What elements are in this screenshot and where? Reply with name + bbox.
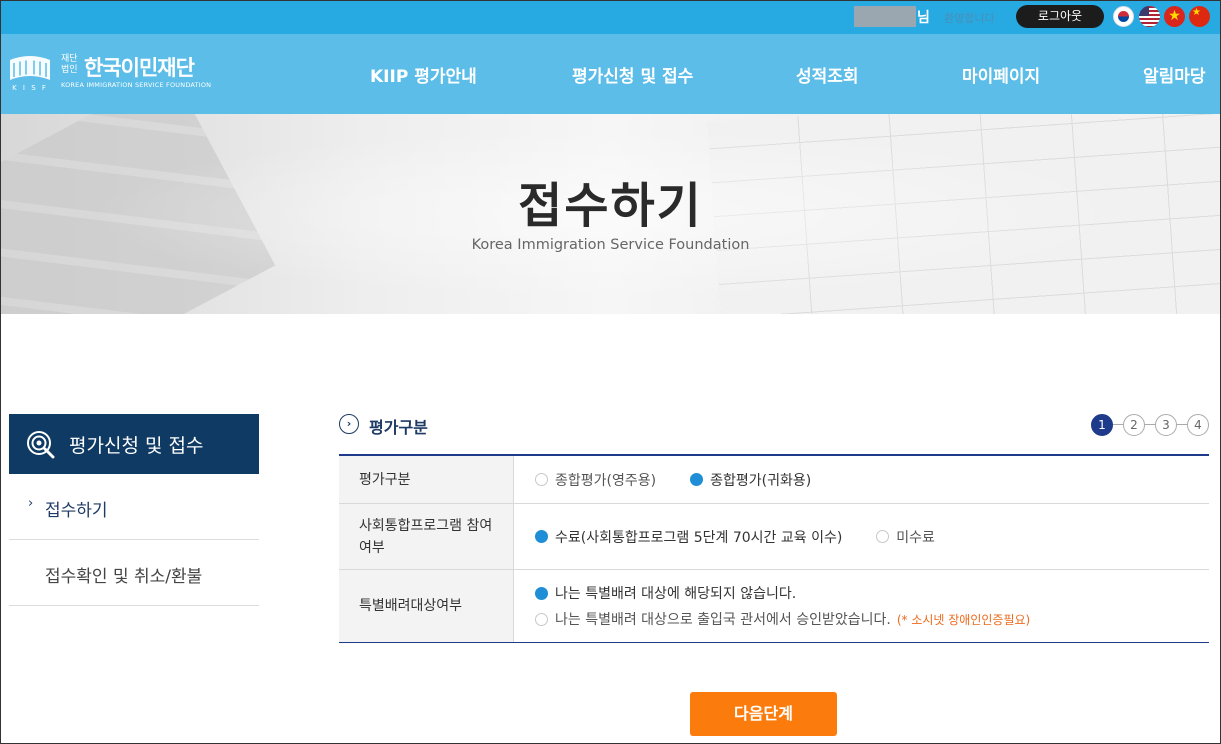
radio-option-naturalization[interactable]: 종합평가(귀화용) xyxy=(690,470,811,490)
radio-button[interactable] xyxy=(876,530,890,543)
sidebar-item-apply[interactable]: › 접수하기 xyxy=(9,474,259,540)
row-label: 사회통합프로그램 참여여부 xyxy=(339,504,514,569)
radio-option-approved[interactable]: 나는 특별배려 대상으로 출입국 관서에서 승인받았습니다. (* 소시넷 장애… xyxy=(535,609,1030,629)
circle-chevron-right-icon: › xyxy=(339,414,359,434)
welcome-text: 환영합니다 xyxy=(944,12,995,25)
logo-type-bottom: 법인 xyxy=(61,65,78,75)
radio-button[interactable] xyxy=(535,473,548,486)
nav-item-apply[interactable]: 평가신청 및 접수 xyxy=(572,62,693,87)
radio-option-not-completed[interactable]: 미수료 xyxy=(876,527,935,547)
radio-label: 미수료 xyxy=(896,529,935,546)
search-target-icon xyxy=(27,431,55,459)
radio-label: 수료(사회통합프로그램 5단계 70시간 교육 이수) xyxy=(555,529,843,546)
logo-english-name: KOREA IMMIGRATION SERVICE FOUNDATION xyxy=(61,81,212,89)
top-utility-bar: 님 환영합니다 로그아웃 ★ ★ xyxy=(0,0,1221,34)
radio-label: 종합평가(귀화용) xyxy=(710,472,812,489)
page-subtitle: Korea Immigration Service Foundation xyxy=(471,237,750,253)
logo-mark-text: K I S F xyxy=(12,84,48,92)
nav-item-notice[interactable]: 알림마당 xyxy=(1143,62,1206,87)
application-form-table: 평가구분 종합평가(영주용) 종합평가(귀화용) 사회통합프로그램 참여여부 수… xyxy=(339,454,1209,643)
user-honorific: 님 xyxy=(917,10,930,26)
radio-button[interactable] xyxy=(535,612,548,626)
row-label: 평가구분 xyxy=(339,456,514,503)
step-3: 3 xyxy=(1155,414,1177,436)
radio-option-not-eligible[interactable]: 나는 특별배려 대상에 해당되지 않습니다. xyxy=(535,583,796,603)
kisf-logo-icon: K I S F xyxy=(10,56,50,92)
hero-banner: 접수하기 Korea Immigration Service Foundatio… xyxy=(0,114,1221,314)
logout-button[interactable]: 로그아웃 xyxy=(1016,5,1104,28)
radio-button-selected[interactable] xyxy=(535,586,548,600)
row-label: 특별배려대상여부 xyxy=(339,570,514,642)
main-header: K I S F 재단 법인 한국이민재단 KOREA IMMIGRATION S… xyxy=(0,34,1221,114)
logo-foundation-type: 재단 법인 xyxy=(61,54,78,76)
vietnam-flag-icon[interactable]: ★ xyxy=(1164,6,1185,27)
radio-label: 나는 특별배려 대상으로 출입국 관서에서 승인받았습니다. xyxy=(555,612,891,628)
radio-button-selected[interactable] xyxy=(690,473,704,486)
nav-item-kiip-guide[interactable]: KIIP 평가안내 xyxy=(370,62,477,87)
chevron-right-icon: › xyxy=(28,496,34,511)
sidebar-item-label: 접수하기 xyxy=(45,501,108,521)
korean-flag-icon[interactable] xyxy=(1113,6,1134,27)
logo-name: 한국이민재단 xyxy=(84,56,195,80)
logo-type-top: 재단 xyxy=(61,54,78,64)
china-flag-icon[interactable]: ★ xyxy=(1189,6,1210,27)
radio-option-completed[interactable]: 수료(사회통합프로그램 5단계 70시간 교육 이수) xyxy=(535,527,842,547)
radio-label: 종합평가(영주용) xyxy=(555,472,657,489)
step-4: 4 xyxy=(1187,414,1209,436)
sidebar-item-label: 접수확인 및 취소/환불 xyxy=(45,567,203,587)
radio-label: 나는 특별배려 대상에 해당되지 않습니다. xyxy=(555,586,797,602)
step-1: 1 xyxy=(1091,414,1113,436)
sidebar-header: 평가신청 및 접수 xyxy=(9,414,259,474)
radio-button-selected[interactable] xyxy=(535,530,548,543)
sidebar-item-confirm-cancel[interactable]: 접수확인 및 취소/환불 xyxy=(9,540,259,606)
disability-cert-note: (* 소시넷 장애인인증필요) xyxy=(896,612,1031,627)
form-row-evaluation-type: 평가구분 종합평가(영주용) 종합평가(귀화용) xyxy=(339,456,1209,504)
form-row-kiip-participation: 사회통합프로그램 참여여부 수료(사회통합프로그램 5단계 70시간 교육 이수… xyxy=(339,504,1209,570)
nav-item-mypage[interactable]: 마이페이지 xyxy=(962,62,1040,87)
step-2: 2 xyxy=(1123,414,1145,436)
radio-option-permanent[interactable]: 종합평가(영주용) xyxy=(535,470,656,490)
user-name-redacted xyxy=(854,6,916,27)
form-row-special-consideration: 특별배려대상여부 나는 특별배려 대상에 해당되지 않습니다. 나는 특별배려 … xyxy=(339,570,1209,642)
page-title: 접수하기 xyxy=(518,178,703,234)
nav-item-scores[interactable]: 성적조회 xyxy=(796,62,859,87)
section-title: 평가구분 xyxy=(369,418,428,437)
sidebar-header-label: 평가신청 및 접수 xyxy=(69,435,204,457)
next-step-button[interactable]: 다음단계 xyxy=(690,692,837,736)
us-flag-icon[interactable] xyxy=(1139,6,1160,27)
